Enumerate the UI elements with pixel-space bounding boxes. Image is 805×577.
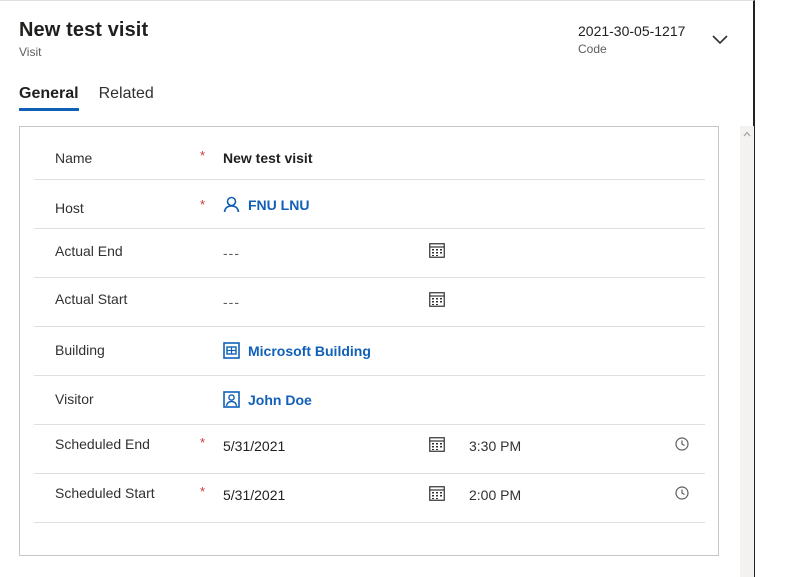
calendar-icon [429,486,445,501]
field-label-scheduled-start: Scheduled Start [55,485,155,501]
name-input[interactable]: New test visit [223,150,312,166]
vertical-scrollbar[interactable] [740,126,754,577]
tab-general[interactable]: General [19,85,79,111]
header-code-field: 2021-30-05-1217 Code [578,23,685,56]
field-label-scheduled-end: Scheduled End [55,436,150,452]
scheduled-end-time-picker[interactable] [674,436,690,452]
form-tabs: General Related [19,85,154,111]
chevron-up-icon [743,131,751,137]
code-value: 2021-30-05-1217 [578,23,686,39]
field-row-visitor: Visitor John Doe [34,376,705,425]
scheduled-end-time-input[interactable]: 3:30 PM [469,438,521,454]
scheduled-end-date-picker[interactable] [428,435,446,453]
clock-icon [675,437,689,451]
building-lookup-link[interactable]: Microsoft Building [223,342,371,359]
scheduled-end-date-input[interactable]: 5/31/2021 [223,438,285,454]
field-row-name: Name * New test visit [34,131,705,180]
scroll-up-button[interactable] [740,128,754,140]
field-label-building: Building [55,342,105,358]
clock-icon [675,486,689,500]
host-name: FNU LNU [248,196,310,213]
field-row-scheduled-start: Scheduled Start * 5/31/2021 2:00 PM [34,474,705,523]
general-section: Name * New test visit Host * FNU LNU Act… [19,126,719,556]
scheduled-start-date-input[interactable]: 5/31/2021 [223,487,285,503]
visitor-lookup-link[interactable]: John Doe [223,391,312,408]
actual-start-input[interactable]: --- [223,294,240,310]
field-label-visitor: Visitor [55,391,94,407]
field-label-name: Name [55,150,93,166]
actual-end-date-picker[interactable] [428,241,446,259]
visit-form-panel: New test visit Visit 2021-30-05-1217 Cod… [0,0,755,577]
scheduled-start-time-picker[interactable] [674,485,690,501]
field-label-actual-start: Actual Start [55,291,128,307]
field-row-building: Building Microsoft Building [34,327,705,376]
chevron-down-icon [712,35,728,45]
expand-header-button[interactable] [711,33,729,47]
actual-end-input[interactable]: --- [223,245,240,261]
required-marker: * [200,197,206,212]
actual-start-date-picker[interactable] [428,290,446,308]
required-marker: * [200,435,206,450]
person-icon [223,196,240,213]
record-title: New test visit [19,19,149,41]
required-marker: * [200,484,206,499]
field-row-actual-start: Actual Start --- [34,278,705,327]
calendar-icon [429,243,445,258]
calendar-icon [429,292,445,307]
tab-related[interactable]: Related [99,85,154,111]
scheduled-start-date-picker[interactable] [428,484,446,502]
code-label: Code [578,42,607,56]
field-row-actual-end: Actual End --- [34,229,705,278]
contact-icon [223,391,240,408]
visitor-name: John Doe [248,391,312,408]
required-marker: * [200,148,206,163]
calendar-icon [429,437,445,452]
field-label-actual-end: Actual End [55,243,123,259]
record-header: New test visit Visit [19,19,148,59]
field-row-scheduled-end: Scheduled End * 5/31/2021 3:30 PM [34,425,705,474]
field-row-host: Host * FNU LNU [34,180,705,229]
field-label-host: Host [55,200,84,216]
record-entity-type: Visit [19,45,42,59]
building-icon [223,342,240,359]
building-name: Microsoft Building [248,342,371,359]
host-lookup-link[interactable]: FNU LNU [223,196,309,213]
scheduled-start-time-input[interactable]: 2:00 PM [469,487,521,503]
